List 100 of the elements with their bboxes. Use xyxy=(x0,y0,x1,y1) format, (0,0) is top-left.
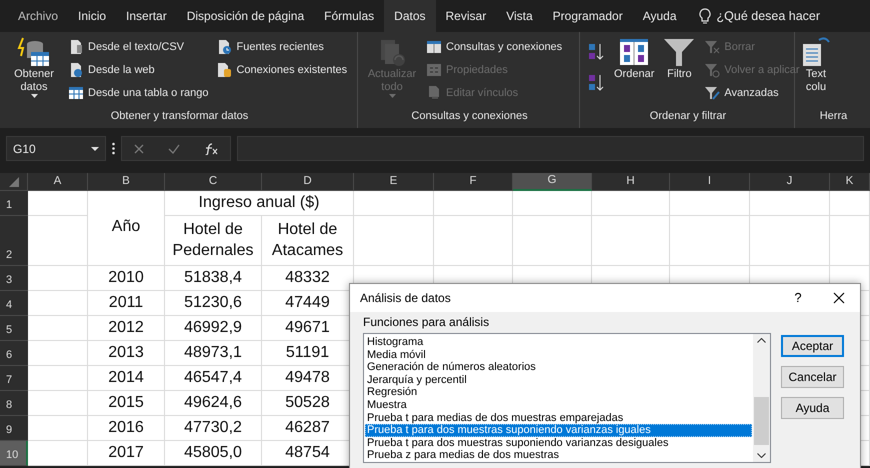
ribbon-button[interactable]: Conexiones existentes xyxy=(214,59,350,81)
spreadsheet-cell[interactable] xyxy=(28,266,88,291)
select-all-icon[interactable] xyxy=(8,176,18,186)
spreadsheet-cell[interactable]: 46547,4 xyxy=(165,366,262,391)
row-header[interactable]: 5 xyxy=(0,316,28,341)
row-header[interactable]: 3 xyxy=(0,266,28,291)
spreadsheet-cell[interactable] xyxy=(592,216,670,266)
ribbon-button[interactable]: Desde la web xyxy=(66,59,210,81)
checkmark-icon[interactable] xyxy=(168,144,180,154)
ribbon-tab[interactable]: Inicio xyxy=(68,0,116,32)
dialog-button[interactable]: Cancelar xyxy=(781,366,844,388)
spreadsheet-cell[interactable]: 49624,6 xyxy=(165,391,262,416)
row-header[interactable]: 8 xyxy=(0,391,28,416)
spreadsheet-cell[interactable] xyxy=(830,216,870,266)
column-header[interactable]: I xyxy=(670,173,750,191)
dialog-button[interactable]: Aceptar xyxy=(781,335,844,357)
spreadsheet-cell[interactable] xyxy=(28,316,88,341)
spreadsheet-cell[interactable]: 51838,4 xyxy=(165,266,262,291)
list-item[interactable]: Media móvil xyxy=(365,348,752,362)
sort-ascending-icon[interactable] xyxy=(588,42,606,60)
ribbon-tab[interactable]: Disposición de página xyxy=(176,0,314,32)
dialog-button[interactable]: Ayuda xyxy=(781,397,844,419)
caret-icon[interactable] xyxy=(91,146,99,150)
name-box[interactable]: G10 xyxy=(6,136,106,161)
ribbon-button[interactable]: Consultas y conexiones xyxy=(424,36,564,58)
spreadsheet-cell[interactable]: 2013 xyxy=(88,341,165,366)
kebab-icon[interactable] xyxy=(112,142,115,155)
spreadsheet-cell[interactable]: Año xyxy=(88,191,165,266)
function-icon[interactable] xyxy=(204,142,218,154)
column-header[interactable]: D xyxy=(262,173,354,191)
spreadsheet-cell[interactable]: 51230,6 xyxy=(165,291,262,316)
spreadsheet-cell[interactable]: 45805,0 xyxy=(165,441,262,466)
row-header[interactable]: 7 xyxy=(0,366,28,391)
spreadsheet-cell[interactable]: Hotel de Pedernales xyxy=(165,216,262,266)
row-header[interactable]: 4 xyxy=(0,291,28,316)
column-header[interactable]: A xyxy=(28,173,88,191)
spreadsheet-cell[interactable]: 46992,9 xyxy=(165,316,262,341)
chevron-down-icon[interactable] xyxy=(757,453,766,458)
spreadsheet-cell[interactable] xyxy=(670,191,750,216)
ribbon-button[interactable]: Avanzadas xyxy=(702,82,802,104)
ribbon-tab[interactable]: Ayuda xyxy=(632,0,687,32)
list-item[interactable]: Histograma xyxy=(365,336,752,349)
ribbon-tab[interactable]: Revisar xyxy=(436,0,496,32)
column-header[interactable]: K xyxy=(830,173,870,191)
spreadsheet-cell[interactable]: 2016 xyxy=(88,416,165,441)
spreadsheet-cell[interactable] xyxy=(830,191,870,216)
row-header[interactable]: 9 xyxy=(0,416,28,441)
formula-field[interactable] xyxy=(237,136,864,161)
spreadsheet-cell[interactable]: 2015 xyxy=(88,391,165,416)
column-header[interactable]: C xyxy=(165,173,262,191)
ribbon-button[interactable]: Desde una tabla o rango xyxy=(66,82,210,104)
spreadsheet-cell[interactable]: 2010 xyxy=(88,266,165,291)
ribbon-tab[interactable]: Vista xyxy=(496,0,543,32)
ribbon-button[interactable]: Filtro xyxy=(660,36,698,82)
lightbulb-icon[interactable] xyxy=(698,8,711,24)
spreadsheet-cell[interactable]: 2012 xyxy=(88,316,165,341)
list-item[interactable]: Prueba t para dos muestras suponiendo varianzas iguales xyxy=(365,424,752,437)
spreadsheet-cell[interactable]: 2017 xyxy=(88,441,165,466)
sort-descending-icon[interactable] xyxy=(588,72,606,92)
spreadsheet-cell[interactable] xyxy=(28,391,88,416)
spreadsheet-cell[interactable] xyxy=(434,191,513,216)
list-item[interactable]: Muestra xyxy=(365,398,752,412)
spreadsheet-cell[interactable] xyxy=(28,216,88,266)
spreadsheet-cell[interactable]: Hotel de Atacames xyxy=(262,216,354,266)
spreadsheet-cell[interactable] xyxy=(513,216,592,266)
ribbon-tab[interactable]: Datos xyxy=(384,0,436,32)
row-header[interactable]: 1 xyxy=(0,191,28,216)
spreadsheet-cell[interactable] xyxy=(354,216,434,266)
spreadsheet-cell[interactable] xyxy=(28,291,88,316)
spreadsheet-cell[interactable]: 47730,2 xyxy=(165,416,262,441)
list-item[interactable]: Prueba t para medias de dos muestras emparejadas xyxy=(365,412,752,424)
spreadsheet-cell[interactable]: Ingreso anual ($) xyxy=(165,191,354,216)
list-item[interactable]: Jerarquía y percentil xyxy=(365,374,752,386)
ribbon-button[interactable]: Fuentes recientes xyxy=(214,36,350,58)
row-header[interactable]: 2 xyxy=(0,216,28,266)
ribbon-button[interactable]: Text colu xyxy=(801,36,831,94)
spreadsheet-cell[interactable] xyxy=(750,216,830,266)
scroll-thumb[interactable] xyxy=(754,397,769,445)
ribbon-button[interactable]: Desde el texto/CSV xyxy=(66,36,210,58)
spreadsheet-cell[interactable] xyxy=(354,191,434,216)
spreadsheet-cell[interactable] xyxy=(513,191,592,216)
spreadsheet-cell[interactable] xyxy=(28,366,88,391)
spreadsheet-cell[interactable] xyxy=(592,191,670,216)
list-item[interactable]: Generación de números aleatorios xyxy=(365,361,752,374)
column-header[interactable]: E xyxy=(354,173,434,191)
ribbon-tab[interactable]: Fórmulas xyxy=(314,0,384,32)
tell-me-field[interactable]: ¿Qué desea hacer xyxy=(716,6,820,26)
column-header[interactable]: J xyxy=(750,173,830,191)
chevron-up-icon[interactable] xyxy=(757,338,766,343)
column-header[interactable]: F xyxy=(434,173,513,191)
row-header[interactable]: 10 xyxy=(0,441,28,466)
spreadsheet-cell[interactable]: 2011 xyxy=(88,291,165,316)
spreadsheet-cell[interactable] xyxy=(28,416,88,441)
list-item[interactable]: Regresión xyxy=(365,386,752,399)
ribbon-button[interactable]: Obtener datos xyxy=(6,36,62,98)
spreadsheet-cell[interactable] xyxy=(28,341,88,366)
spreadsheet-cell[interactable]: 48973,1 xyxy=(165,341,262,366)
spreadsheet-cell[interactable]: 2014 xyxy=(88,366,165,391)
list-item[interactable]: Prueba z para medias de dos muestras xyxy=(365,449,752,462)
ribbon-tab[interactable]: Programador xyxy=(542,0,633,32)
